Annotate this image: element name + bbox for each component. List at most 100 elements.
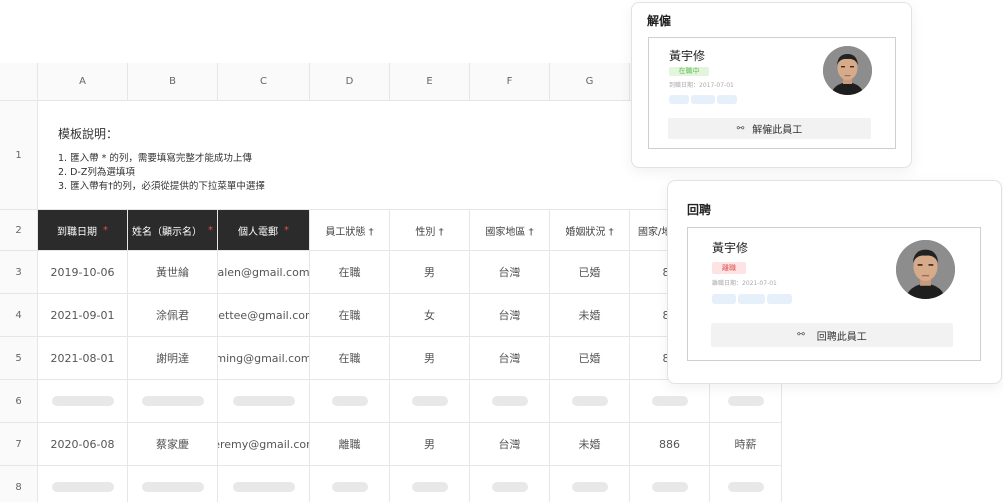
dismiss-card-title: 解僱 xyxy=(647,14,672,28)
rehire-employee-button[interactable]: ⚯ 回聘此員工 xyxy=(711,323,953,347)
row-number[interactable]: 1 xyxy=(0,101,38,210)
cell-date[interactable]: 2020-06-08 xyxy=(38,423,128,466)
employee-summary: 黃宇修 在職中 到職日期：2017-07-01 ⚯ 解僱此員工 xyxy=(648,37,896,149)
cell-marital[interactable]: 已婚 xyxy=(550,337,630,380)
table-row: 5 2021-08-01 謝明達 ming@gmail.com 在職 男 台灣 … xyxy=(0,337,782,380)
start-date: 到職日期：2017-07-01 xyxy=(669,82,734,89)
header-name[interactable]: 姓名（顯示名） * xyxy=(128,210,218,251)
cell-email[interactable]: alen@gmail.com xyxy=(218,251,310,294)
header-gender[interactable]: 性別 † xyxy=(390,210,470,251)
placeholder-bar xyxy=(727,396,764,406)
row-number[interactable]: 2 xyxy=(0,210,38,251)
cell-email[interactable]: jeremy@gmail.com xyxy=(218,423,310,466)
cell-gender[interactable]: 女 xyxy=(390,294,470,337)
placeholder-cell[interactable] xyxy=(550,380,630,423)
cell-marital[interactable]: 已婚 xyxy=(550,251,630,294)
placeholder-cell[interactable] xyxy=(470,466,550,502)
placeholder-cell[interactable] xyxy=(630,380,710,423)
cell-country[interactable]: 台灣 xyxy=(470,423,550,466)
cell-date[interactable]: 2021-09-01 xyxy=(38,294,128,337)
placeholder-bar xyxy=(651,396,688,406)
row-number[interactable]: 4 xyxy=(0,294,38,337)
placeholder-cell[interactable] xyxy=(128,466,218,502)
header-status[interactable]: 員工狀態 † xyxy=(310,210,390,251)
header-start-date[interactable]: 到職日期 * xyxy=(38,210,128,251)
rehire-employee-label: 回聘此員工 xyxy=(816,331,867,343)
header-country[interactable]: 國家地區 † xyxy=(470,210,550,251)
column-header-a[interactable]: A xyxy=(38,63,128,101)
instruction-line-2: 2. D-Z列為選填項 xyxy=(58,167,135,178)
header-marital[interactable]: 婚姻狀況 † xyxy=(550,210,630,251)
placeholder-bar xyxy=(571,482,608,492)
corner-cell[interactable] xyxy=(0,63,38,101)
placeholder-cell[interactable] xyxy=(38,380,128,423)
row-number[interactable]: 5 xyxy=(0,337,38,380)
placeholder-bar xyxy=(727,482,764,492)
placeholder-bar xyxy=(141,396,204,406)
cell-date[interactable]: 2019-10-06 xyxy=(38,251,128,294)
dismiss-card: 解僱 黃宇修 在職中 到職日期：2017-07-01 ⚯ 解僱此員工 xyxy=(631,2,912,168)
required-mark: * xyxy=(208,224,213,236)
cell-gender[interactable]: 男 xyxy=(390,423,470,466)
cell-status[interactable]: 在職 xyxy=(310,294,390,337)
cell-status[interactable]: 在職 xyxy=(310,251,390,294)
placeholder-cell[interactable] xyxy=(310,380,390,423)
cell-gender[interactable]: 男 xyxy=(390,337,470,380)
cell-pay[interactable]: 時薪 xyxy=(710,423,782,466)
column-header-f[interactable]: F xyxy=(470,63,550,101)
placeholder-row: 8 xyxy=(0,466,782,502)
cell-name[interactable]: 黃世綸 xyxy=(128,251,218,294)
placeholder-cell[interactable] xyxy=(630,466,710,502)
placeholder-cell[interactable] xyxy=(38,466,128,502)
row-number[interactable]: 7 xyxy=(0,423,38,466)
row-number[interactable]: 8 xyxy=(0,466,38,502)
placeholder-cell[interactable] xyxy=(218,466,310,502)
placeholder-bar xyxy=(232,482,295,492)
leave-date: 離職日期：2021-07-01 xyxy=(712,280,777,287)
avatar-portrait xyxy=(896,240,955,299)
placeholder-bar xyxy=(411,396,448,406)
placeholder-cell[interactable] xyxy=(710,380,782,423)
column-header-d[interactable]: D xyxy=(310,63,390,101)
avatar-portrait xyxy=(823,46,872,95)
placeholder-cell[interactable] xyxy=(218,380,310,423)
column-header-b[interactable]: B xyxy=(128,63,218,101)
cell-marital[interactable]: 未婚 xyxy=(550,294,630,337)
cell-name[interactable]: 蔡家慶 xyxy=(128,423,218,466)
cell-name[interactable]: 涂佩君 xyxy=(128,294,218,337)
column-header-e[interactable]: E xyxy=(390,63,470,101)
cell-gender[interactable]: 男 xyxy=(390,251,470,294)
placeholder-cell[interactable] xyxy=(470,380,550,423)
cell-status[interactable]: 離職 xyxy=(310,423,390,466)
placeholder-bar xyxy=(491,396,528,406)
column-header-g[interactable]: G xyxy=(550,63,630,101)
cell-email[interactable]: pettee@gmail.com xyxy=(218,294,310,337)
placeholder-cell[interactable] xyxy=(550,466,630,502)
tag-chip xyxy=(669,95,689,104)
avatar xyxy=(823,46,872,95)
placeholder-bar xyxy=(651,482,688,492)
cell-code[interactable]: 886 xyxy=(630,423,710,466)
tag-chip xyxy=(691,95,715,104)
placeholder-cell[interactable] xyxy=(390,380,470,423)
dismiss-employee-button[interactable]: ⚯ 解僱此員工 xyxy=(668,118,871,139)
cell-name[interactable]: 謝明達 xyxy=(128,337,218,380)
cell-country[interactable]: 台灣 xyxy=(470,251,550,294)
cell-country[interactable]: 台灣 xyxy=(470,337,550,380)
row-number[interactable]: 6 xyxy=(0,380,38,423)
placeholder-cell[interactable] xyxy=(710,466,782,502)
placeholder-row: 6 xyxy=(0,380,782,423)
placeholder-cell[interactable] xyxy=(390,466,470,502)
placeholder-cell[interactable] xyxy=(310,466,390,502)
placeholder-bar xyxy=(331,396,368,406)
cell-date[interactable]: 2021-08-01 xyxy=(38,337,128,380)
header-email[interactable]: 個人電郵 * xyxy=(218,210,310,251)
column-header-c[interactable]: C xyxy=(218,63,310,101)
cell-country[interactable]: 台灣 xyxy=(470,294,550,337)
cell-status[interactable]: 在職 xyxy=(310,337,390,380)
placeholder-cell[interactable] xyxy=(128,380,218,423)
cell-marital[interactable]: 未婚 xyxy=(550,423,630,466)
cell-email[interactable]: ming@gmail.com xyxy=(218,337,310,380)
row-number[interactable]: 3 xyxy=(0,251,38,294)
tag-chip xyxy=(717,95,737,104)
